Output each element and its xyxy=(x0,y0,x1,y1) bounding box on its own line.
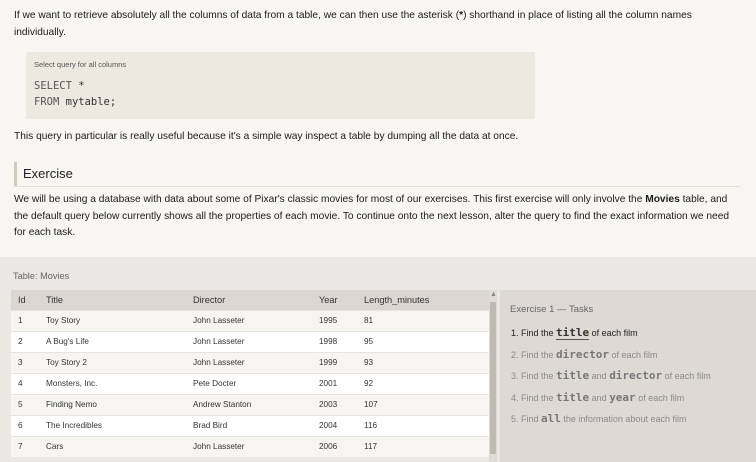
table-cell: Toy Story xyxy=(39,309,186,331)
select-args: * xyxy=(71,80,85,92)
table-cell: Finding Nemo xyxy=(39,393,186,415)
table-cell: 81 xyxy=(357,309,489,331)
code-example-box: Select query for all columns SELECT * FR… xyxy=(26,52,535,119)
table-row: 7 Cars John Lasseter 2006 117 xyxy=(11,435,489,457)
exercise-panel: Table: Movies Id Title Director Year Len… xyxy=(0,257,756,462)
table-cell: 2 xyxy=(11,330,39,352)
table-cell: 93 xyxy=(357,351,489,373)
table-cell: John Lasseter xyxy=(186,309,312,331)
column-header: Year xyxy=(312,290,357,310)
exercise-heading-text: Exercise xyxy=(23,166,73,181)
movies-table-name: Movies xyxy=(645,194,680,205)
table-cell: 92 xyxy=(357,372,489,394)
table-cell: 1999 xyxy=(312,351,357,373)
table-cell: 2004 xyxy=(312,414,357,436)
table-cell: 1998 xyxy=(312,330,357,352)
select-keyword: SELECT xyxy=(34,80,72,92)
table-cell: John Lasseter xyxy=(186,435,312,457)
table-caption: Table: Movies xyxy=(13,271,70,281)
from-table: mytable; xyxy=(59,96,117,108)
table-cell: John Lasseter xyxy=(186,351,312,373)
exercise-paragraph: We will be using a database with data ab… xyxy=(14,192,740,242)
table-cell: 117 xyxy=(357,435,489,457)
tasks-title: Exercise 1 — Tasks xyxy=(510,304,594,315)
table-scrollbar[interactable]: ▲ xyxy=(489,290,497,462)
table-header-row: Id Title Director Year Length_minutes xyxy=(11,290,489,310)
table-row: 6 The Incredibles Brad Bird 2004 116 xyxy=(11,414,489,436)
task-item[interactable]: 3. Find the title and director of each f… xyxy=(511,369,711,391)
task-item[interactable]: 2. Find the director of each film xyxy=(511,348,711,370)
tasks-list: 1. Find the title of each film 2. Find t… xyxy=(511,326,711,434)
code-caption: Select query for all columns xyxy=(34,60,127,69)
table-cell: 1 xyxy=(11,309,39,331)
scrollbar-thumb[interactable] xyxy=(490,302,496,454)
table-cell: 116 xyxy=(357,414,489,436)
tasks-panel: Exercise 1 — Tasks 1. Find the title of … xyxy=(500,290,756,462)
table-row: 4 Monsters, Inc. Pete Docter 2001 92 xyxy=(11,372,489,394)
table-cell: Andrew Stanton xyxy=(186,393,312,415)
column-header: Length_minutes xyxy=(357,290,489,310)
code-line-1: SELECT * xyxy=(34,78,116,94)
table-cell: 2006 xyxy=(312,435,357,457)
table-cell: Toy Story 2 xyxy=(39,351,186,373)
table-row: 3 Toy Story 2 John Lasseter 1999 93 xyxy=(11,351,489,373)
table-cell: A Bug's Life xyxy=(39,330,186,352)
exercise-heading: Exercise xyxy=(14,162,740,186)
table-cell: 4 xyxy=(11,372,39,394)
table-cell: 2003 xyxy=(312,393,357,415)
task-item[interactable]: 5. Find all the information about each f… xyxy=(511,412,711,434)
movies-table: Id Title Director Year Length_minutes 1T… xyxy=(11,290,489,457)
from-keyword: FROM xyxy=(34,96,60,108)
table-row: 2A Bug's Life John Lasseter 1998 95 xyxy=(11,330,489,352)
table-row: 1 Toy Story John Lasseter 1995 81 xyxy=(11,309,489,331)
table-cell: 5 xyxy=(11,393,39,415)
table-cell: 6 xyxy=(11,414,39,436)
intro-paragraph: If we want to retrieve absolutely all th… xyxy=(14,7,740,41)
table-cell: 3 xyxy=(11,351,39,373)
table-cell: 2001 xyxy=(312,372,357,394)
table-cell: 7 xyxy=(11,435,39,457)
scroll-up-arrow-icon[interactable]: ▲ xyxy=(490,291,497,298)
exercise-text-start: We will be using a database with data ab… xyxy=(14,194,646,205)
table-cell: Monsters, Inc. xyxy=(39,372,186,394)
table-cell: Brad Bird xyxy=(186,414,312,436)
table-cell: John Lasseter xyxy=(186,330,312,352)
task-item[interactable]: 1. Find the title of each film xyxy=(511,326,711,348)
column-header: Title xyxy=(39,290,186,310)
intro-text-start: If we want to retrieve absolutely all th… xyxy=(14,10,460,21)
table-cell: Cars xyxy=(39,435,186,457)
column-header: Director xyxy=(186,290,312,310)
code-lines: SELECT * FROM mytable; xyxy=(34,78,116,110)
usage-paragraph: This query in particular is really usefu… xyxy=(14,131,519,142)
table-cell: 107 xyxy=(357,393,489,415)
exercise-divider xyxy=(14,186,740,187)
table-cell: 95 xyxy=(357,330,489,352)
table-cell: The Incredibles xyxy=(39,414,186,436)
table-cell: Pete Docter xyxy=(186,372,312,394)
code-line-2: FROM mytable; xyxy=(34,94,116,110)
task-item[interactable]: 4. Find the title and year of each film xyxy=(511,391,711,413)
table-row: 5 Finding Nemo Andrew Stanton 2003 107 xyxy=(11,393,489,415)
table-cell: 1995 xyxy=(312,309,357,331)
lesson-content: If we want to retrieve absolutely all th… xyxy=(0,0,756,257)
column-header: Id xyxy=(11,290,39,310)
